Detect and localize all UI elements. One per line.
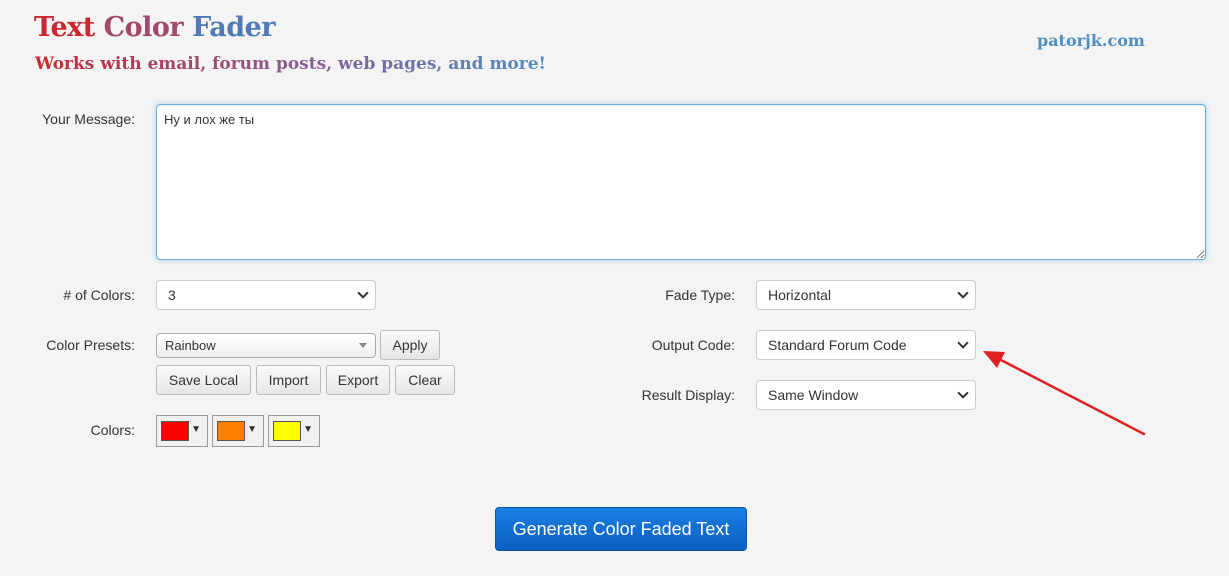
result-display-label: Result Display:: [641, 387, 735, 403]
color-chip-2: [217, 421, 245, 441]
export-button[interactable]: Export: [326, 365, 390, 395]
logo-word-3: Fader: [192, 12, 276, 43]
apply-preset-button[interactable]: Apply: [380, 330, 440, 360]
result-display-select[interactable]: Same Window: [756, 380, 976, 410]
color-presets-label: Color Presets:: [46, 337, 135, 353]
chevron-down-icon: [957, 337, 969, 349]
annotation-arrow-icon: [983, 351, 1146, 436]
message-textarea[interactable]: [156, 104, 1206, 260]
fade-type-select[interactable]: Horizontal: [756, 280, 976, 310]
output-code-select[interactable]: Standard Forum Code: [756, 330, 976, 360]
text-color-fader-page: Text Color Fader Works with email, forum…: [0, 0, 1229, 576]
generate-button[interactable]: Generate Color Faded Text: [495, 507, 747, 551]
swatch-dropdown-icon: ▼: [303, 424, 313, 435]
clear-button[interactable]: Clear: [395, 365, 455, 395]
swatch-dropdown-icon: ▼: [191, 424, 201, 435]
color-presets-select[interactable]: Rainbow: [156, 333, 376, 358]
color-swatch-3[interactable]: ▼: [268, 415, 320, 447]
fade-type-label: Fade Type:: [665, 287, 735, 303]
import-button[interactable]: Import: [256, 365, 321, 395]
save-local-button[interactable]: Save Local: [156, 365, 251, 395]
num-colors-value: 3: [168, 287, 176, 303]
num-colors-label: # of Colors:: [63, 287, 135, 303]
chevron-down-icon: [357, 287, 369, 299]
num-colors-select[interactable]: 3: [156, 280, 376, 310]
logo-word-1: Text: [34, 12, 95, 43]
app-subtitle: Works with email, forum posts, web pages…: [35, 54, 547, 74]
message-label: Your Message:: [42, 111, 135, 127]
logo-word-2: Color: [103, 12, 184, 43]
chevron-down-icon: [957, 287, 969, 299]
site-home-link[interactable]: patorjk.com: [1037, 31, 1145, 50]
color-swatch-2[interactable]: ▼: [212, 415, 264, 447]
swatch-dropdown-icon: ▼: [247, 424, 257, 435]
chevron-down-icon: [957, 387, 969, 399]
fade-type-value: Horizontal: [768, 287, 832, 303]
color-chip-3: [273, 421, 301, 441]
colors-label: Colors:: [90, 422, 135, 438]
color-swatch-1[interactable]: ▼: [156, 415, 208, 447]
result-display-value: Same Window: [768, 387, 859, 403]
output-code-label: Output Code:: [651, 337, 735, 353]
color-chip-1: [161, 421, 189, 441]
dropdown-triangle-icon: [359, 343, 367, 348]
color-presets-value: Rainbow: [165, 338, 216, 353]
app-logo-title: Text Color Fader: [34, 12, 276, 43]
output-code-value: Standard Forum Code: [768, 337, 907, 353]
